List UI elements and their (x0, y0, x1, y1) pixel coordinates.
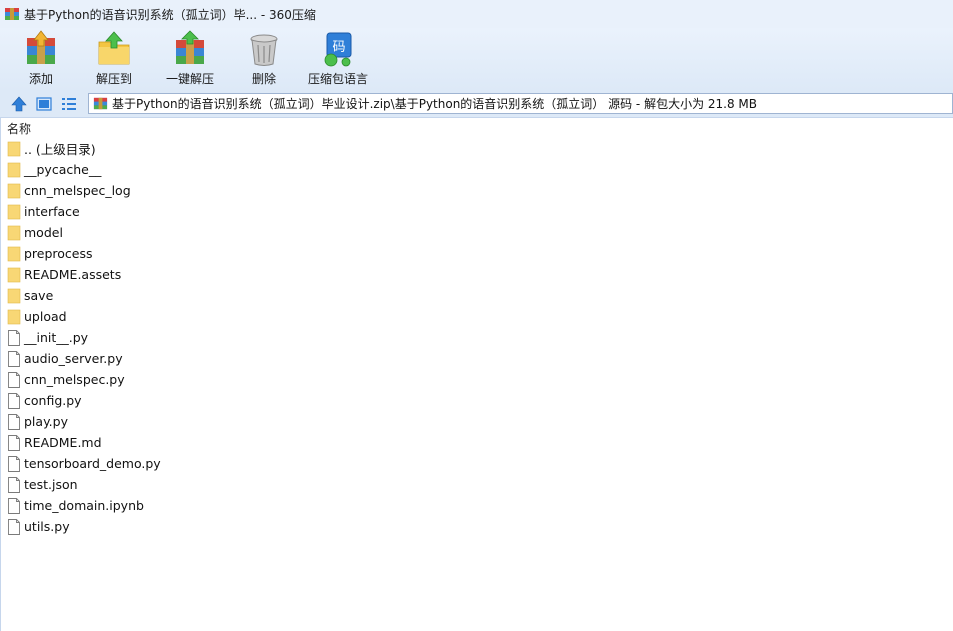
folder-row[interactable]: .. (上级目录) (1, 138, 953, 159)
item-name: config.py (24, 393, 82, 408)
item-name: utils.py (24, 519, 70, 534)
file-row[interactable]: tensorboard_demo.py (1, 453, 953, 474)
toolbar: 添加 解压到 一键解压 删除 码 压缩包语言 (0, 28, 953, 90)
item-name: cnn_melspec_log (24, 183, 131, 198)
file-row[interactable]: config.py (1, 390, 953, 411)
one-click-extract-label: 一键解压 (165, 72, 214, 86)
app-logo-icon (5, 8, 19, 20)
thumbnail-view-button[interactable] (33, 94, 55, 114)
folder-row[interactable]: README.assets (1, 264, 953, 285)
item-name: interface (24, 204, 80, 219)
up-directory-button[interactable] (8, 94, 30, 114)
column-header-name[interactable]: 名称 (1, 118, 953, 138)
delete-label: 删除 (251, 72, 276, 86)
file-icon (8, 413, 20, 430)
delete-button[interactable]: 删除 (228, 28, 300, 90)
add-label: 添加 (28, 72, 53, 86)
file-icon (8, 455, 20, 472)
file-icon (8, 392, 20, 409)
path-field[interactable]: 基于Python的语音识别系统（孤立词）毕业设计.zip\基于Python的语音… (88, 93, 953, 114)
file-icon (8, 371, 20, 388)
file-row[interactable]: play.py (1, 411, 953, 432)
item-name: cnn_melspec.py (24, 372, 125, 387)
file-row[interactable]: utils.py (1, 516, 953, 537)
folder-icon (7, 162, 21, 177)
item-name: upload (24, 309, 67, 324)
item-name: README.md (24, 435, 102, 450)
item-name: test.json (24, 477, 78, 492)
file-row[interactable]: README.md (1, 432, 953, 453)
file-icon (8, 350, 20, 367)
extract-to-button[interactable]: 解压到 (76, 28, 152, 90)
file-row[interactable]: __init__.py (1, 327, 953, 348)
item-name: __init__.py (24, 330, 89, 345)
title-bar: 基于Python的语音识别系统（孤立词）毕... - 360压缩 (0, 0, 953, 28)
arrow-up-icon (11, 96, 27, 111)
file-icon (8, 476, 20, 493)
folder-icon (7, 204, 21, 219)
file-icon (8, 434, 20, 451)
folder-row[interactable]: model (1, 222, 953, 243)
item-name: __pycache__ (24, 162, 102, 177)
add-archive-icon (27, 30, 55, 64)
app-window: 基于Python的语音识别系统（孤立词）毕... - 360压缩 添加 解压到 (0, 0, 953, 631)
archive-encoding-label: 压缩包语言 (307, 72, 368, 86)
list-view-icon (62, 97, 76, 110)
folder-row[interactable]: interface (1, 201, 953, 222)
file-rows: .. (上级目录) __pycache__ cnn_melspec_loginter… (1, 138, 953, 537)
file-icon (8, 497, 20, 514)
folder-row[interactable]: cnn_melspec_log (1, 180, 953, 201)
item-name: .. (上级目录) (24, 142, 96, 157)
file-icon (8, 518, 20, 535)
delete-trash-icon (250, 34, 278, 66)
folder-row[interactable]: upload (1, 306, 953, 327)
extract-to-icon (98, 31, 130, 65)
file-row[interactable]: audio_server.py (1, 348, 953, 369)
window-title: 基于Python的语音识别系统（孤立词）毕... - 360压缩 (24, 7, 316, 22)
folder-icon (7, 309, 21, 324)
item-name: preprocess (24, 246, 93, 261)
item-name: audio_server.py (24, 351, 123, 366)
item-name: model (24, 225, 63, 240)
folder-row[interactable]: __pycache__ (1, 159, 953, 180)
one-click-extract-icon (176, 30, 204, 64)
folder-icon (7, 267, 21, 282)
folder-icon (7, 288, 21, 303)
folder-icon (7, 183, 21, 198)
file-row[interactable]: cnn_melspec.py (1, 369, 953, 390)
item-name: play.py (24, 414, 68, 429)
folder-icon (7, 225, 21, 240)
address-bar: 基于Python的语音识别系统（孤立词）毕业设计.zip\基于Python的语音… (0, 90, 953, 118)
item-name: tensorboard_demo.py (24, 456, 161, 471)
svg-text:码: 码 (332, 40, 345, 55)
folder-row[interactable]: save (1, 285, 953, 306)
file-row[interactable]: time_domain.ipynb (1, 495, 953, 516)
archive-encoding-icon: 码 (324, 32, 352, 67)
archive-icon (93, 97, 108, 110)
archive-encoding-button[interactable]: 码 压缩包语言 (300, 28, 376, 90)
path-text: 基于Python的语音识别系统（孤立词）毕业设计.zip\基于Python的语音… (112, 97, 758, 111)
file-list: 名称 .. (上级目录) __pycache__ cnn_melspec_login… (0, 118, 953, 631)
file-row[interactable]: test.json (1, 474, 953, 495)
file-icon (8, 329, 20, 346)
add-button[interactable]: 添加 (6, 28, 76, 90)
thumbnail-view-icon (36, 96, 52, 111)
one-click-extract-button[interactable]: 一键解压 (152, 28, 228, 90)
folder-icon (7, 141, 21, 156)
item-name: save (24, 288, 54, 303)
folder-row[interactable]: preprocess (1, 243, 953, 264)
item-name: README.assets (24, 267, 122, 282)
folder-icon (7, 246, 21, 261)
item-name: time_domain.ipynb (24, 498, 144, 513)
list-view-button[interactable] (58, 94, 80, 114)
extract-to-label: 解压到 (95, 72, 132, 86)
